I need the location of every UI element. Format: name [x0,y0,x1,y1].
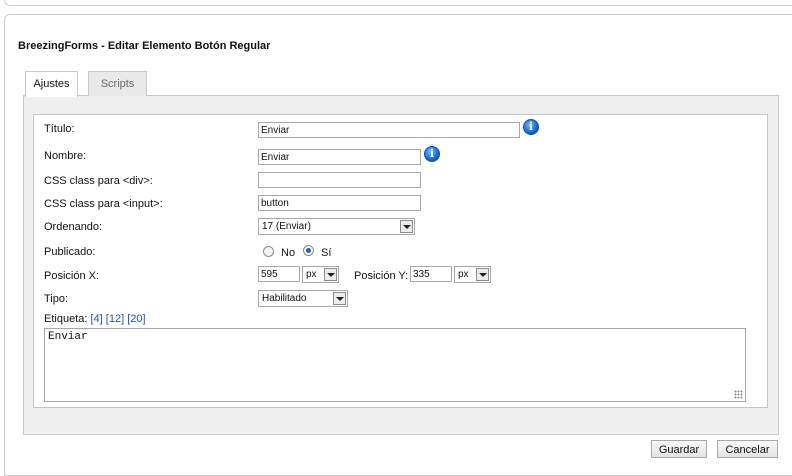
ordenando-select[interactable]: 17 (Enviar) [258,218,415,235]
info-icon[interactable]: i [523,119,539,135]
posicion-x-input[interactable]: 595 [258,266,300,282]
cancel-button[interactable]: Cancelar [717,440,778,458]
css-div-label: CSS class para <div>: [44,175,153,187]
ordenando-label: Ordenando: [44,221,103,233]
tipo-label: Tipo: [44,293,69,305]
posicion-y-unit: px [458,269,469,280]
posicion-x-unit-select[interactable]: px [302,266,339,283]
chevron-down-icon[interactable] [333,292,346,305]
publicado-no-label: No [281,247,296,259]
chevron-down-icon[interactable] [476,268,489,281]
nombre-input[interactable]: Enviar [258,149,421,165]
etiqueta-text: Enviar [48,331,88,343]
dialog-title: BreezingForms - Editar Elemento Botón Re… [18,40,271,52]
publicado-no-radio[interactable] [263,246,274,257]
etiqueta-textarea[interactable]: Enviar [44,328,746,402]
publicado-si-label: Sí [321,247,332,259]
posicion-y-label: Posición Y: [354,270,409,282]
etiqueta-link-12[interactable]: [12] [106,313,124,325]
publicado-si-radio[interactable] [303,245,314,256]
css-input-input[interactable]: button [258,195,421,211]
nombre-label: Nombre: [44,150,87,162]
chevron-down-icon[interactable] [324,268,337,281]
tab-scripts[interactable]: Scripts [88,71,147,96]
ordenando-value: 17 (Enviar) [262,221,311,232]
tipo-value: Habilitado [262,293,307,304]
etiqueta-link-20[interactable]: [20] [127,313,145,325]
titulo-label: Título: [44,123,75,135]
titulo-input[interactable]: Enviar [258,122,520,138]
posicion-x-label: Posición X: [44,270,100,282]
top-frame [4,0,792,6]
etiqueta-label: Etiqueta: [44,313,88,325]
posicion-y-unit-select[interactable]: px [454,266,491,283]
tab-ajustes[interactable]: Ajustes [25,71,78,97]
etiqueta-link-4[interactable]: [4] [90,313,102,325]
save-button[interactable]: Guardar [651,440,707,458]
info-icon[interactable]: i [424,146,440,162]
tipo-select[interactable]: Habilitado [258,290,348,307]
posicion-x-unit: px [306,269,317,280]
etiqueta-row: Etiqueta: [4] [12] [20] [44,313,146,325]
css-div-input[interactable] [258,172,421,188]
resize-grip-icon[interactable] [734,390,743,399]
css-input-label: CSS class para <input>: [44,198,163,210]
posicion-y-input[interactable]: 335 [410,266,452,282]
chevron-down-icon[interactable] [400,220,413,233]
publicado-label: Publicado: [44,246,96,258]
